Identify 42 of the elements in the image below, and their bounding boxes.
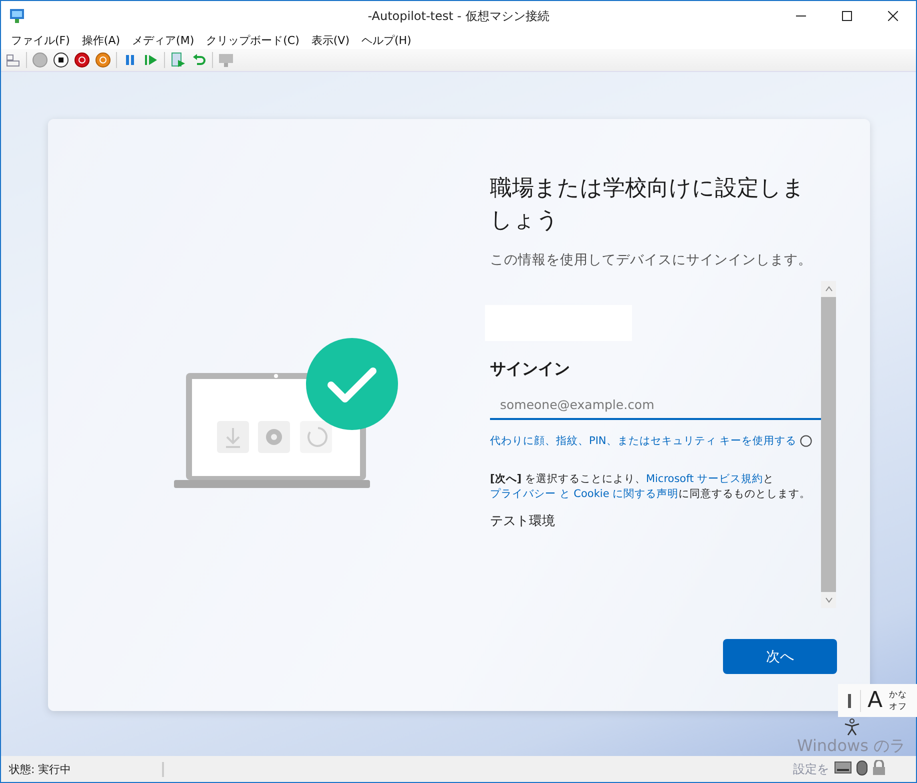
scroll-up-icon[interactable] xyxy=(824,285,832,293)
ime-grip-icon xyxy=(848,694,850,708)
menu-item[interactable]: クリップボード(C) xyxy=(200,31,306,49)
page-subtitle: この情報を使用してデバイスにサインインします。 xyxy=(490,251,813,269)
watermark-text: Windows のラ xyxy=(797,736,906,756)
terms-text: [次へ] を選択することにより、Microsoft サービス規約 と プライバシー と Cookie に関する声明 に同意するものとします。 xyxy=(490,472,812,502)
terms-link[interactable]: Microsoft サービス規約 xyxy=(646,473,764,485)
accessibility-icon[interactable] xyxy=(844,718,860,736)
checkpoint-icon[interactable] xyxy=(170,52,186,68)
mouse-icon xyxy=(856,760,868,776)
sign-in-heading: サインイン xyxy=(490,359,571,380)
menu-item[interactable]: ヘルプ(H) xyxy=(355,31,418,49)
save-icon[interactable] xyxy=(95,52,111,68)
watermark-text: 設定を xyxy=(793,761,829,778)
menu-item[interactable]: メディア(M) xyxy=(126,31,200,49)
power-icon[interactable] xyxy=(32,52,48,68)
shutdown-icon[interactable] xyxy=(74,52,90,68)
window-title: -Autopilot-test - 仮想マシン接続 xyxy=(366,8,550,24)
next-button[interactable]: 次へ xyxy=(723,639,837,674)
maximize-icon xyxy=(842,11,852,21)
scroll-down-icon[interactable] xyxy=(824,596,832,604)
input-mode-button[interactable]: A xyxy=(861,688,889,713)
alternate-sign-in-link[interactable]: 代わりに顔、指紋、PIN、またはセキュリティ キーを使用する xyxy=(490,434,797,448)
keyboard-icon xyxy=(834,760,852,774)
note-text: テスト環境 xyxy=(490,513,556,530)
resume-icon[interactable] xyxy=(143,52,159,68)
ctrl-alt-del-icon[interactable] xyxy=(5,52,21,68)
menu-item[interactable]: ファイル(F) xyxy=(5,31,76,49)
status-text: 状態: 実行中 xyxy=(1,762,164,776)
lock-icon xyxy=(872,760,886,776)
revert-icon[interactable] xyxy=(191,52,207,68)
stop-icon[interactable] xyxy=(53,52,69,68)
help-icon[interactable] xyxy=(800,435,812,447)
menu-item[interactable]: 表示(V) xyxy=(305,31,356,49)
close-icon xyxy=(888,11,898,21)
kana-mode-button[interactable]: かな オフ xyxy=(889,688,907,712)
page-heading: 職場または学校向けに設定しましょう xyxy=(490,175,806,235)
privacy-link[interactable]: プライバシー と Cookie に関する声明 xyxy=(490,488,679,500)
menu-item[interactable]: 操作(A) xyxy=(76,31,126,49)
enhanced-session-icon[interactable] xyxy=(218,52,234,68)
email-input[interactable]: someone@example.com xyxy=(490,390,821,420)
app-icon xyxy=(9,8,25,24)
